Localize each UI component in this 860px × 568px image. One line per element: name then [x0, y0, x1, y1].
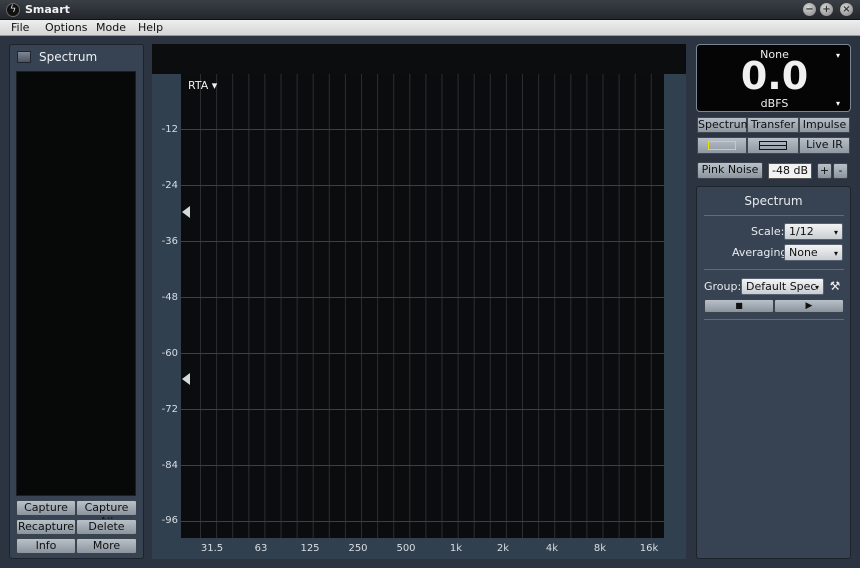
single-plot-layout-button[interactable] [697, 137, 747, 154]
menu-mode[interactable]: Mode [96, 21, 126, 34]
dual-plot-layout-button[interactable] [747, 137, 799, 154]
close-button[interactable]: × [840, 3, 853, 16]
averaging-select[interactable]: None ▾ [784, 244, 843, 261]
chevron-down-icon: ▾ [814, 283, 819, 292]
x-tick-label: 63 [254, 543, 268, 554]
scale-select[interactable]: 1/12 ▾ [784, 223, 843, 240]
tools-icon[interactable]: ⚒ [828, 278, 842, 294]
dual-plot-icon [759, 141, 787, 150]
panel-toggle-icon[interactable] [17, 51, 31, 63]
meter-unit: dBFS [760, 97, 789, 110]
level-meter[interactable]: None 0.0 dBFS ▾ ▾ [696, 44, 851, 112]
play-icon: ▶ [805, 301, 813, 311]
single-plot-icon [708, 141, 736, 150]
menu-options[interactable]: Options [45, 21, 87, 34]
capture-button[interactable]: Capture [16, 500, 76, 516]
y-tick-label: -72 [161, 404, 178, 415]
x-tick-label: 125 [300, 543, 320, 554]
divider [704, 319, 844, 320]
scale-label: Scale: [751, 225, 785, 238]
tab-transfer[interactable]: Transfer [747, 117, 799, 133]
left-panel-title: Spectrum [39, 50, 98, 64]
menu-bar: File Options Mode Help [0, 20, 860, 36]
delete-button[interactable]: Delete [76, 519, 137, 535]
y-tick-label: -12 [161, 124, 178, 135]
unit-dropdown-icon[interactable]: ▾ [836, 99, 840, 108]
maximize-button[interactable]: + [820, 3, 833, 16]
plot-header-strip [152, 44, 686, 74]
chevron-down-icon: ▾ [833, 228, 838, 237]
x-tick-label: 4k [545, 543, 559, 554]
play-button[interactable]: ▶ [774, 299, 844, 313]
stop-icon: ■ [735, 301, 743, 310]
y-tick-label: -36 [161, 236, 178, 247]
live-ir-button[interactable]: Live IR [799, 137, 850, 154]
x-tick-label: 250 [348, 543, 368, 554]
x-tick-label: 16k [639, 543, 659, 554]
y-tick-label: -84 [161, 460, 178, 471]
x-tick-label: 1k [449, 543, 463, 554]
level-decrease-button[interactable]: - [833, 163, 848, 179]
spectrum-settings-panel: Spectrum Scale: 1/12 ▾ Averaging: None ▾… [696, 186, 851, 559]
recapture-button[interactable]: Recapture [16, 519, 76, 535]
title-bar: ϟ Smaart − + × [0, 0, 860, 20]
lower-threshold-handle-icon[interactable] [182, 373, 190, 385]
group-label: Group: [704, 280, 742, 293]
y-tick-label: -96 [161, 515, 178, 526]
app-title: Smaart [25, 3, 70, 16]
rta-grid [181, 74, 664, 538]
y-tick-label: -24 [161, 180, 178, 191]
x-tick-label: 2k [496, 543, 510, 554]
capture-all-button[interactable]: Capture All [76, 500, 137, 528]
rta-mode-selector[interactable]: RTA ▾ [188, 79, 217, 92]
tab-impulse[interactable]: Impulse [799, 117, 850, 133]
group-select[interactable]: Default Spec ▾ [741, 278, 824, 295]
y-tick-label: -60 [161, 348, 178, 359]
info-button[interactable]: Info [16, 538, 76, 554]
level-increase-button[interactable]: + [817, 163, 832, 179]
divider [704, 215, 844, 216]
meter-value: 0.0 [740, 54, 809, 98]
tab-spectrum[interactable]: Spectrum [697, 117, 751, 133]
scale-value: 1/12 [789, 225, 814, 238]
captured-traces-panel: Spectrum [9, 44, 144, 559]
source-dropdown-icon[interactable]: ▾ [836, 51, 840, 60]
pink-noise-level-field[interactable]: -48 dB [768, 163, 812, 179]
stop-button[interactable]: ■ [704, 299, 774, 313]
minimize-button[interactable]: − [803, 3, 816, 16]
settings-panel-title: Spectrum [744, 194, 803, 208]
pink-noise-button[interactable]: Pink Noise [697, 162, 763, 179]
chevron-down-icon: ▾ [833, 249, 838, 258]
more-button[interactable]: More [76, 538, 137, 554]
averaging-value: None [789, 246, 818, 259]
x-tick-label: 8k [593, 543, 607, 554]
group-value: Default Spec [746, 280, 817, 293]
menu-help[interactable]: Help [138, 21, 163, 34]
trace-list[interactable] [16, 71, 136, 496]
averaging-label: Averaging: [732, 246, 792, 259]
divider [704, 269, 844, 270]
upper-threshold-handle-icon[interactable] [182, 206, 190, 218]
y-tick-label: -48 [161, 292, 178, 303]
menu-file[interactable]: File [11, 21, 29, 34]
x-tick-label: 31.5 [200, 543, 224, 554]
smaart-logo-icon: ϟ [6, 3, 20, 17]
x-tick-label: 500 [396, 543, 416, 554]
